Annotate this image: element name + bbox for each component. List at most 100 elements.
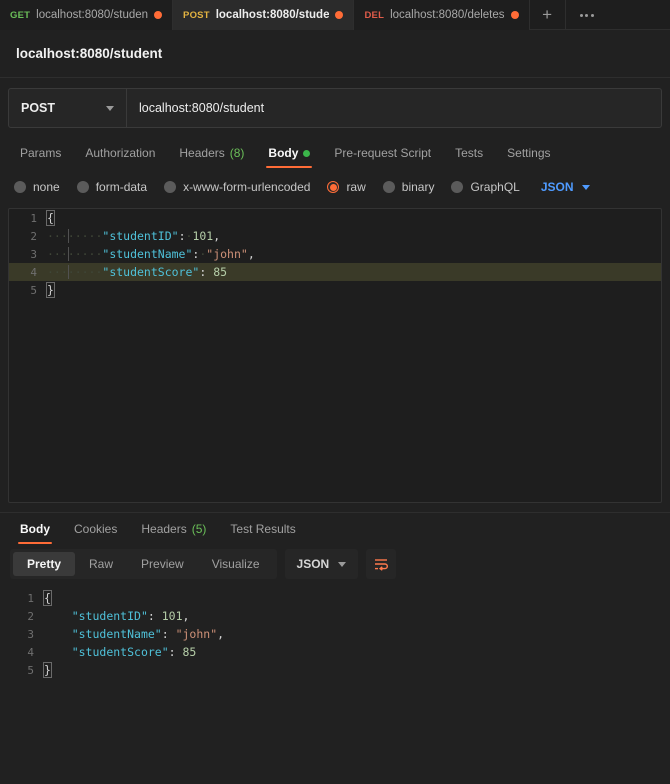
code-text: "studentName": "john", (44, 627, 224, 641)
request-tab-0[interactable]: GET localhost:8080/studen (0, 0, 174, 30)
response-body-viewer[interactable]: 1{2 "studentID": 101, 3 "studentName": "j… (0, 583, 670, 679)
indent-guide (68, 247, 69, 261)
code-text: { (46, 210, 55, 226)
code-text: } (46, 282, 55, 298)
radio-label: raw (346, 180, 366, 194)
line-number: 4 (30, 265, 37, 279)
tab-name-label: localhost:8080/stude (215, 9, 330, 21)
view-label: Visualize (211, 557, 260, 571)
tab-tests[interactable]: Tests (443, 138, 495, 168)
code-token: 85 (213, 265, 228, 279)
tab-label: Test Results (230, 522, 296, 536)
tab-pre-request-script[interactable]: Pre-request Script (322, 138, 443, 168)
radio-icon (14, 181, 26, 193)
tab-settings[interactable]: Settings (495, 138, 562, 168)
code-token: ········ (47, 247, 103, 261)
code-token: : (161, 627, 176, 641)
headers-count-badge: (8) (229, 146, 245, 160)
code-token: { (43, 590, 52, 606)
response-code-lines[interactable]: 1{2 "studentID": 101, 3 "studentName": "j… (0, 589, 670, 679)
request-section-tabs: Params Authorization Headers (8) Body Pr… (0, 138, 670, 168)
code-token: ········ (47, 265, 103, 279)
line-number: 5 (27, 663, 34, 677)
body-type-raw[interactable]: raw (327, 180, 366, 194)
response-tab-test-results[interactable]: Test Results (218, 514, 307, 544)
code-token: "studentName" (71, 627, 162, 641)
word-wrap-toggle-button[interactable] (366, 549, 397, 579)
body-type-form-data[interactable]: form-data (76, 180, 147, 194)
code-token: } (46, 282, 55, 298)
response-tab-headers[interactable]: Headers (5) (129, 514, 218, 544)
view-pretty-button[interactable]: Pretty (13, 552, 76, 576)
code-token: 101 (192, 229, 214, 243)
response-tab-cookies[interactable]: Cookies (62, 514, 129, 544)
code-token: 101 (161, 609, 183, 623)
tab-label: Settings (507, 146, 551, 160)
request-tab-2[interactable]: DEL localhost:8080/deletes (354, 0, 530, 30)
active-tab-underline (266, 166, 313, 168)
response-section-tabs: Body Cookies Headers (5) Test Results (0, 513, 670, 545)
view-visualize-button[interactable]: Visualize (198, 552, 274, 576)
line-number: 2 (27, 609, 34, 623)
url-input[interactable]: localhost:8080/student (127, 89, 661, 127)
code-line[interactable]: 4 ········"studentScore": 85 (9, 263, 661, 281)
unsaved-dot-icon (335, 11, 344, 19)
tab-label: Tests (455, 146, 484, 160)
indent-guide (68, 265, 69, 279)
tab-method-label: DEL (364, 9, 385, 21)
tab-label: Headers (141, 522, 187, 536)
tab-label: Pre-request Script (334, 146, 432, 160)
tab-label: Body (20, 522, 50, 536)
response-tab-body[interactable]: Body (8, 514, 62, 544)
radio-icon (382, 181, 395, 193)
line-number: 3 (27, 627, 34, 641)
code-token: 85 (182, 645, 197, 659)
body-present-dot-icon (303, 149, 311, 157)
body-type-binary[interactable]: binary (382, 180, 434, 194)
response-format-select[interactable]: JSON (284, 549, 359, 579)
code-token: "studentScore" (102, 265, 200, 279)
view-raw-button[interactable]: Raw (75, 552, 127, 576)
code-line[interactable]: 1{ (9, 209, 661, 227)
body-type-graphql[interactable]: GraphQL (451, 180, 520, 194)
body-format-select[interactable]: JSON (541, 180, 590, 194)
url-bar: POST localhost:8080/student (8, 88, 662, 128)
body-type-none[interactable]: none (14, 180, 60, 194)
tab-params[interactable]: Params (8, 138, 73, 168)
code-line[interactable]: 5} (0, 661, 670, 679)
code-line[interactable]: 2 ········"studentID":·101, (9, 227, 661, 245)
line-number: 1 (30, 211, 37, 225)
request-code-lines[interactable]: 1{2 ········"studentID":·101, 3 ········"st… (9, 209, 661, 299)
code-line[interactable]: 4 "studentScore": 85 (0, 643, 670, 661)
code-token: "john" (206, 247, 248, 261)
view-preview-button[interactable]: Preview (127, 552, 198, 576)
code-line[interactable]: 2 "studentID": 101, (0, 607, 670, 625)
radio-selected-icon (327, 181, 340, 193)
view-label: Raw (89, 557, 114, 571)
code-token: ········ (47, 229, 103, 243)
radio-label: x-www-form-urlencoded (183, 180, 311, 194)
request-body-editor[interactable]: 1{2 ········"studentID":·101, 3 ········"st… (8, 208, 662, 503)
code-text: "studentID": 101, (44, 609, 190, 623)
code-token: : (178, 229, 186, 243)
http-method-select[interactable]: POST (9, 89, 127, 127)
code-text: ········"studentScore": 85 (47, 265, 227, 279)
new-tab-button[interactable]: + (530, 0, 566, 30)
tab-label: Params (20, 146, 62, 160)
code-token: "studentID" (71, 609, 148, 623)
code-token: : (147, 609, 162, 623)
tab-headers[interactable]: Headers (8) (167, 138, 256, 168)
code-line[interactable]: 5} (9, 281, 661, 299)
request-tab-1[interactable]: POST localhost:8080/stude (173, 0, 355, 30)
line-number: 3 (30, 247, 37, 261)
code-line[interactable]: 3 ········"studentName":·"john", (9, 245, 661, 263)
tab-body[interactable]: Body (256, 138, 322, 168)
code-text: } (43, 662, 52, 678)
tab-more-options-button[interactable] (566, 0, 608, 30)
body-type-x-www-form-urlencoded[interactable]: x-www-form-urlencoded (164, 180, 310, 194)
code-line[interactable]: 3 "studentName": "john", (0, 625, 670, 643)
request-tab-bar: GET localhost:8080/studen POST localhost… (0, 0, 670, 30)
tab-authorization[interactable]: Authorization (73, 138, 167, 168)
code-line[interactable]: 1{ (0, 589, 670, 607)
view-label: Preview (141, 557, 184, 571)
